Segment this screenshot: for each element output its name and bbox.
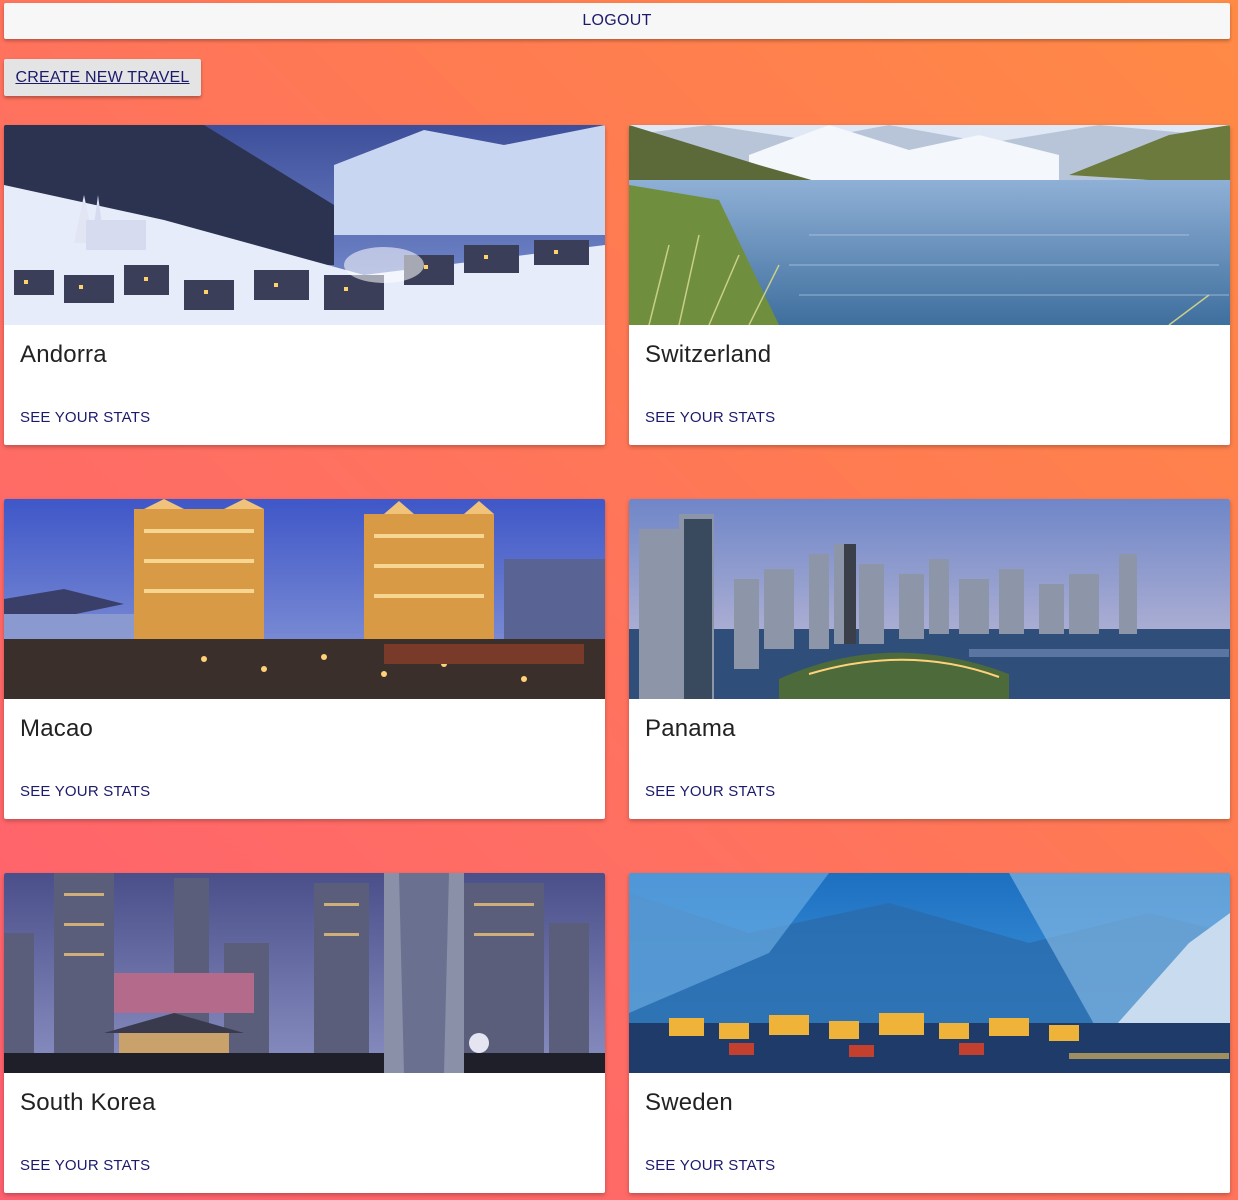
travel-card-panama: Panama SEE YOUR STATS: [629, 499, 1230, 819]
travel-card-andorra: Andorra SEE YOUR STATS: [4, 125, 605, 445]
see-stats-link[interactable]: SEE YOUR STATS: [20, 1157, 150, 1174]
see-stats-link[interactable]: SEE YOUR STATS: [645, 1157, 775, 1174]
see-stats-link[interactable]: SEE YOUR STATS: [20, 409, 150, 426]
card-image-switzerland: [629, 125, 1230, 325]
card-title: Switzerland: [645, 341, 772, 368]
travel-card-macao: Macao SEE YOUR STATS: [4, 499, 605, 819]
card-title: Macao: [20, 715, 94, 742]
card-image-south-korea: [4, 873, 605, 1073]
card-title: Sweden: [645, 1089, 733, 1116]
travel-card-sweden: Sweden SEE YOUR STATS: [629, 873, 1230, 1193]
travel-card-switzerland: Switzerland SEE YOUR STATS: [629, 125, 1230, 445]
card-image-sweden: [629, 873, 1230, 1073]
see-stats-link[interactable]: SEE YOUR STATS: [645, 409, 775, 426]
see-stats-link[interactable]: SEE YOUR STATS: [20, 783, 150, 800]
card-title: South Korea: [20, 1089, 156, 1116]
travel-card-south-korea: South Korea SEE YOUR STATS: [4, 873, 605, 1193]
card-image-macao: [4, 499, 605, 699]
card-title: Panama: [645, 715, 736, 742]
card-image-panama: [629, 499, 1230, 699]
card-title: Andorra: [20, 341, 107, 368]
see-stats-link[interactable]: SEE YOUR STATS: [645, 783, 775, 800]
logout-button[interactable]: LOGOUT: [4, 3, 1230, 39]
card-image-andorra: [4, 125, 605, 325]
create-new-travel-button[interactable]: CREATE NEW TRAVEL: [4, 59, 201, 96]
